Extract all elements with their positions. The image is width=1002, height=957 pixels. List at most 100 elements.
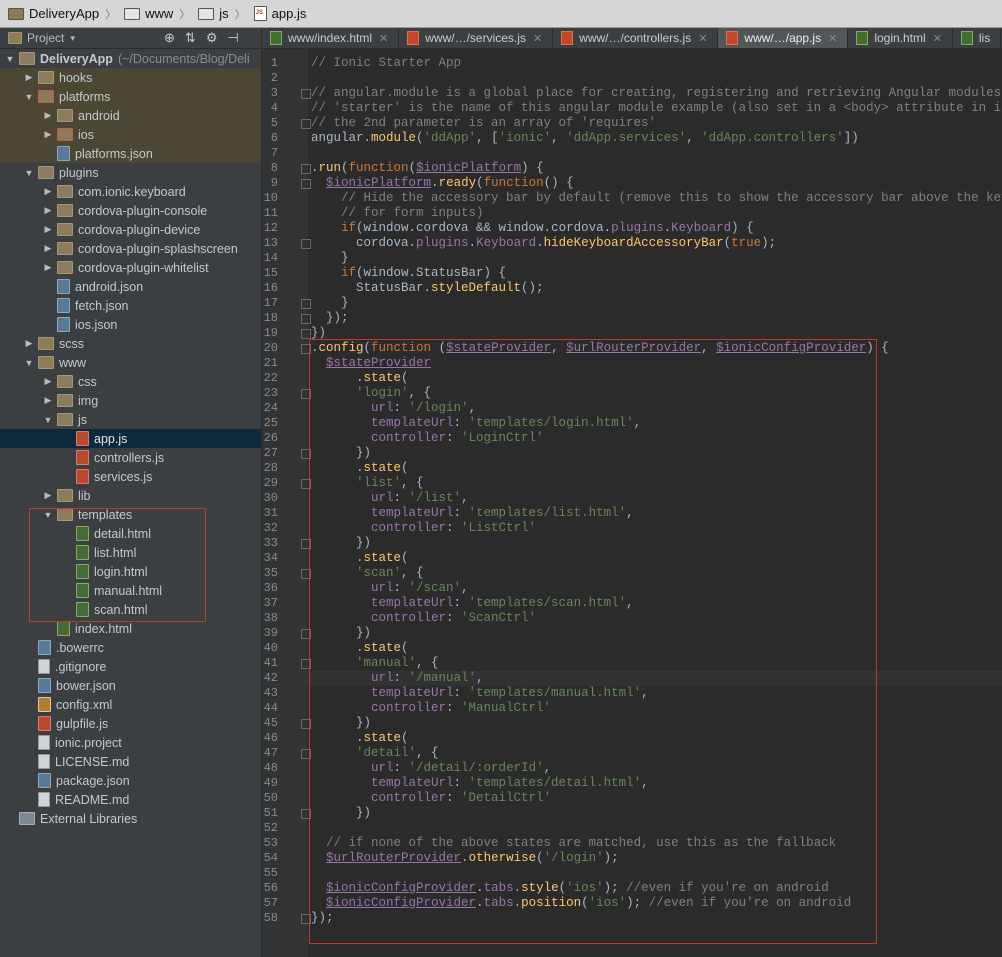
close-icon[interactable]: ✕ [379,32,388,45]
tree-item[interactable]: README.md [0,790,261,809]
tree-item[interactable]: ▶ hooks [0,68,261,87]
editor-tab[interactable]: login.html ✕ [848,28,953,48]
breadcrumb-item[interactable]: app.js [246,6,306,21]
tree-item[interactable]: ▶ lib [0,486,261,505]
tree-item-path: (~/Documents/Blog/Deli [117,51,250,66]
chevron-down-icon[interactable]: ▼ [4,54,16,64]
fold-marker-icon[interactable] [301,179,311,189]
tree-item[interactable]: .gitignore [0,657,261,676]
fold-marker-icon[interactable] [301,314,311,324]
tree-item[interactable]: ▶ cordova-plugin-whitelist [0,258,261,277]
tree-item[interactable]: ▼ platforms [0,87,261,106]
line-number: 28 [263,461,278,475]
chevron-right-icon[interactable]: ▶ [42,110,54,121]
tree-item[interactable]: fetch.json [0,296,261,315]
close-icon[interactable]: ✕ [533,32,542,45]
tree-item[interactable]: ▶ css [0,372,261,391]
tree-item[interactable]: .bowerrc [0,638,261,657]
tree-item[interactable]: ▶ com.ionic.keyboard [0,182,261,201]
tree-item[interactable]: ▼ plugins [0,163,261,182]
breadcrumb-item[interactable]: DeliveryApp 〉 [0,6,116,22]
tree-item-label: app.js [94,431,128,446]
tree-item[interactable]: ▶ ios [0,125,261,144]
chevron-right-icon[interactable]: ▶ [42,490,54,501]
tree-item[interactable]: gulpfile.js [0,714,261,733]
tree-item[interactable]: bower.json [0,676,261,695]
folder-icon [38,166,54,179]
crosshair-icon[interactable]: ⊕ [164,30,175,46]
folder-icon [57,223,73,236]
tree-item[interactable]: ▶ cordova-plugin-device [0,220,261,239]
fold-marker-icon[interactable] [301,119,311,129]
fold-marker-icon[interactable] [301,329,311,339]
jsf-icon [76,469,89,484]
tree-item[interactable]: ▶ cordova-plugin-console [0,201,261,220]
editor-tab[interactable]: www/…/controllers.js ✕ [553,28,719,48]
chevron-right-icon[interactable]: ▶ [23,338,35,349]
tree-item[interactable]: ▶ scss [0,334,261,353]
tree-item[interactable]: ▶ img [0,391,261,410]
tree-item[interactable]: controllers.js [0,448,261,467]
tree-item[interactable]: ionic.project [0,733,261,752]
tree-item-label: README.md [55,792,130,807]
editor-tab[interactable]: www/index.html ✕ [262,28,400,48]
xml-icon [38,697,51,712]
chevron-down-icon[interactable]: ▼ [23,168,35,178]
tree-item[interactable]: ▼ js [0,410,261,429]
folder-icon [8,7,24,20]
json-icon [57,279,70,294]
editor-tab[interactable]: lis [953,28,1002,48]
tree-item-label: .bowerrc [56,640,104,655]
close-icon[interactable]: ✕ [698,32,707,45]
line-number: 43 [263,686,278,700]
tree-item[interactable]: ▼ www [0,353,261,372]
tree-item[interactable]: android.json [0,277,261,296]
line-number: 33 [263,536,278,550]
hide-panel-icon[interactable]: ⊣ [227,30,238,46]
tree-item[interactable]: External Libraries [0,809,261,828]
tree-item[interactable]: app.js [0,429,261,448]
tree-item[interactable]: ▶ cordova-plugin-splashscreen [0,239,261,258]
gear-icon[interactable]: ⚙ [206,30,218,46]
chevron-down-icon[interactable]: ▼ [42,415,54,425]
chevron-right-icon[interactable]: ▶ [42,395,54,406]
project-view-dropdown[interactable]: Project ▾ [0,31,158,45]
tree-item[interactable]: ▼ DeliveryApp (~/Documents/Blog/Deli [0,49,261,68]
tree-item[interactable]: LICENSE.md [0,752,261,771]
editor-tab[interactable]: www/…/services.js ✕ [399,28,554,48]
breadcrumb-item[interactable]: js 〉 [190,6,246,22]
collapse-all-icon[interactable]: ⇅ [185,30,196,46]
chevron-right-icon[interactable]: ▶ [42,205,54,216]
breadcrumb-item[interactable]: www 〉 [116,6,190,22]
fold-marker-icon[interactable] [301,299,311,309]
tree-item[interactable]: ▶ android [0,106,261,125]
fold-marker-icon[interactable] [301,89,311,99]
chevron-down-icon[interactable]: ▼ [23,92,35,102]
tree-item[interactable]: ios.json [0,315,261,334]
tree-item[interactable]: package.json [0,771,261,790]
json-icon [57,298,70,313]
chevron-right-icon[interactable]: ▶ [42,186,54,197]
chevron-right-icon[interactable]: ▶ [23,72,35,83]
chevron-right-icon[interactable]: ▶ [42,224,54,235]
tree-item[interactable]: services.js [0,467,261,486]
tree-item-label: platforms.json [75,146,153,161]
line-number: 51 [263,806,278,820]
chevron-down-icon[interactable]: ▼ [23,358,35,368]
editor-tabs: www/index.html ✕ www/…/services.js ✕ www/…/c… [262,28,1002,49]
chevron-right-icon[interactable]: ▶ [42,376,54,387]
tree-item-label: lib [78,488,91,503]
js-file-icon [253,6,267,21]
editor-tab[interactable]: www/…/app.js ✕ [718,28,849,48]
chevron-right-icon[interactable]: ▶ [42,243,54,254]
tree-item[interactable]: platforms.json [0,144,261,163]
line-number: 46 [263,731,278,745]
close-icon[interactable]: ✕ [933,32,942,45]
close-icon[interactable]: ✕ [828,32,837,45]
tree-item[interactable]: config.xml [0,695,261,714]
breadcrumb-separator-icon: 〉 [105,8,117,21]
fold-marker-icon[interactable] [301,239,311,249]
chevron-right-icon[interactable]: ▶ [42,262,54,273]
fold-marker-icon[interactable] [301,164,311,174]
chevron-right-icon[interactable]: ▶ [42,129,54,140]
